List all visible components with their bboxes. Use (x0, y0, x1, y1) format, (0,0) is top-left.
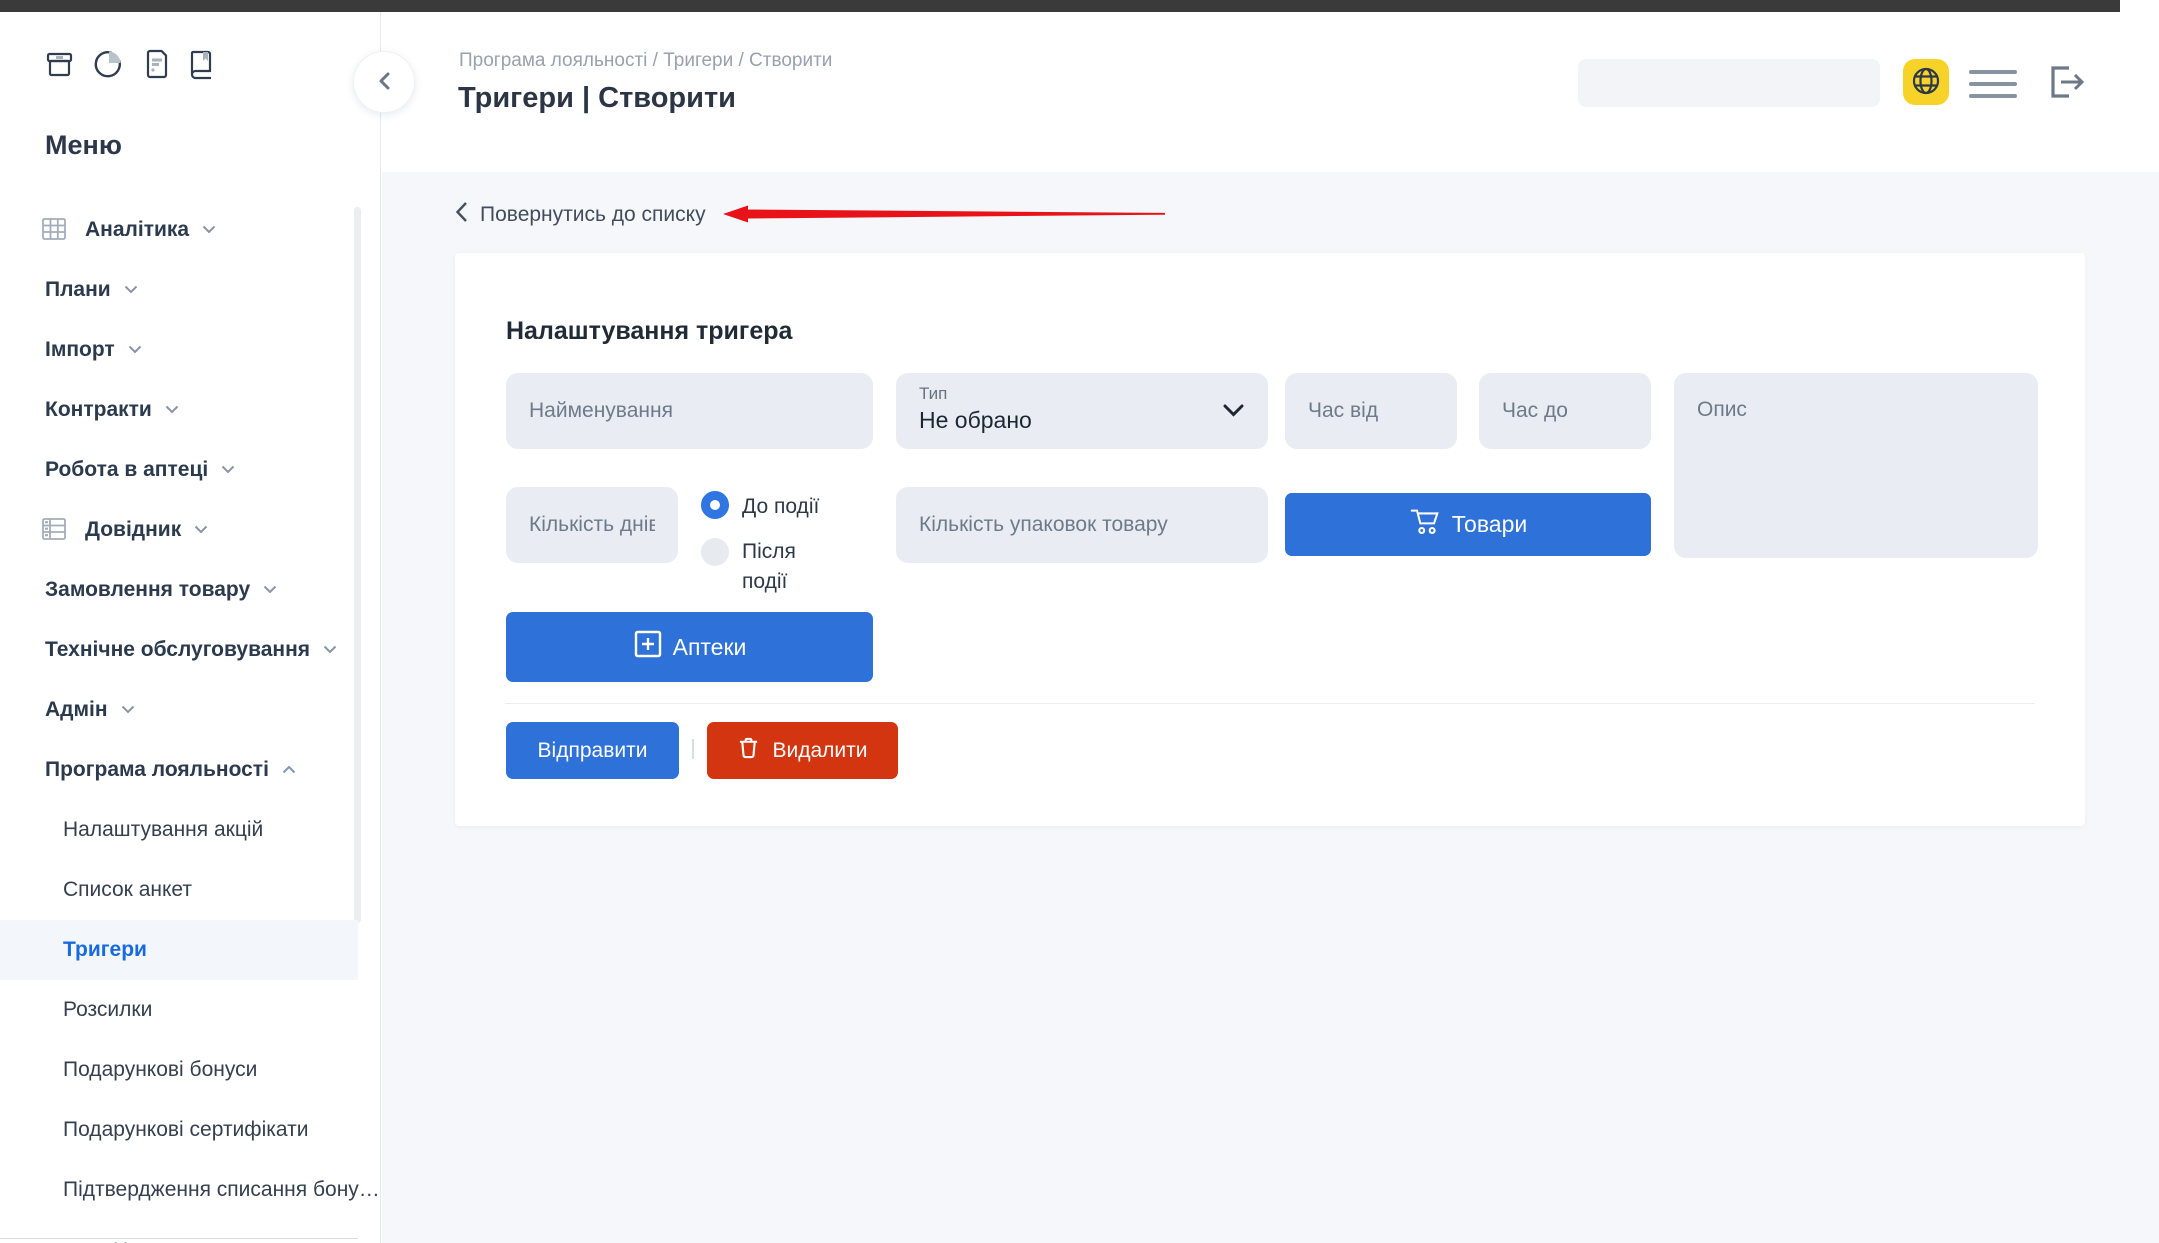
description-textarea[interactable] (1674, 373, 2038, 558)
sidebar-item-kontrakty[interactable]: Контракти (0, 380, 358, 440)
radio-before-event-label[interactable]: До події (742, 492, 819, 522)
content-area: Повернутись до списку . Налаштування три… (382, 172, 2159, 1243)
name-input[interactable] (506, 373, 873, 449)
chevron-up-icon (282, 761, 296, 779)
sidebar-item-admin[interactable]: Адмін (0, 680, 358, 740)
hamburger-icon (1969, 70, 2017, 74)
type-select[interactable]: Тип Не обрано (896, 373, 1268, 449)
chevron-down-icon (121, 701, 135, 719)
globe-icon (1911, 66, 1941, 99)
sidebar-subitem-pidtverdzhennia-spysannia[interactable]: Підтвердження списання бону… (0, 1160, 380, 1220)
type-select-label: Тип (919, 384, 948, 403)
sidebar-subitem-podarunkovi-sertyfikaty[interactable]: Подарункові сертифікати (0, 1100, 358, 1160)
radio-before-event[interactable] (701, 491, 729, 519)
grid-table-icon (42, 218, 66, 245)
sidebar-item-zamovlennia-tovaru[interactable]: Замовлення товару (0, 560, 358, 620)
box-icon[interactable] (44, 48, 75, 80)
delete-button[interactable]: Видалити (707, 722, 898, 779)
button-separator (692, 739, 694, 759)
chevron-down-icon (165, 401, 179, 419)
sidebar-clipped-next-item: Налаштування (0, 1238, 358, 1243)
sidebar-item-robota-v-aptetsi[interactable]: Робота в аптеці (0, 440, 358, 500)
search-input[interactable] (1578, 59, 1880, 107)
sidebar-item-tekhnichne-obsluhovuvannia[interactable]: Технічне обслуговування (0, 620, 358, 680)
cart-icon (1409, 506, 1443, 543)
sidebar-item-plany[interactable]: Плани (0, 260, 358, 320)
top-dark-strip (0, 0, 2120, 12)
plus-square-icon (633, 629, 663, 665)
back-link-label: Повернутись до списку (480, 203, 706, 226)
sidebar-subitem-nalashtuvannia-aktsii[interactable]: Налаштування акцій (0, 800, 358, 860)
sidebar-subitem-rozsylky[interactable]: Розсилки (0, 980, 358, 1040)
radio-after-event[interactable] (701, 538, 729, 566)
sidebar-collapse-button[interactable] (353, 51, 415, 113)
card-title: Налаштування тригера (506, 317, 793, 345)
book-icon[interactable] (186, 48, 218, 80)
breadcrumb: Програма лояльності / Тригери / Створити (459, 50, 833, 71)
file-icon[interactable] (141, 48, 169, 80)
trigger-settings-card: Налаштування тригера Тип Не обрано До по… (455, 253, 2085, 826)
main-area: Програма лояльності / Тригери / Створити… (382, 12, 2159, 1243)
trash-icon (737, 735, 760, 766)
card-divider (505, 703, 2035, 704)
sidebar-menu-title: Меню (45, 130, 122, 160)
sidebar-item-prohrama-loialnosti[interactable]: Програма лояльності (0, 740, 358, 800)
products-button-label: Товари (1451, 511, 1528, 537)
language-button[interactable] (1903, 59, 1949, 105)
chevron-down-icon (128, 341, 142, 359)
days-count-input[interactable] (506, 487, 678, 563)
chevron-left-icon (378, 72, 390, 93)
products-button[interactable]: Товари (1285, 493, 1651, 556)
sidebar-item-label: Аналітика (85, 218, 190, 241)
page-title: Тригери | Створити (458, 82, 737, 114)
back-to-list-link[interactable]: Повернутись до списку (455, 201, 706, 229)
logout-icon (2040, 66, 2086, 108)
sidebar-item-dovidnyk[interactable]: Довідник (0, 500, 358, 560)
radio-after-event-label[interactable]: Після події (742, 537, 826, 597)
chevron-down-icon (221, 461, 235, 479)
type-select-value: Не обрано (919, 407, 1032, 433)
menu-toggle-button[interactable] (1969, 70, 2017, 98)
chevron-down-icon (263, 581, 277, 599)
chevron-down-icon (202, 221, 216, 239)
sidebar-subitem-podarunkovi-bonusy[interactable]: Подарункові бонуси (0, 1040, 358, 1100)
sidebar-item-analityka[interactable]: Аналітика (0, 200, 358, 260)
packs-count-input[interactable] (896, 487, 1268, 563)
pharmacies-button[interactable]: Аптеки (506, 612, 873, 682)
sidebar: Меню Аналітика Плани Імпорт Контракти Ро… (0, 12, 381, 1243)
chevron-left-icon (455, 201, 468, 229)
chevron-down-icon (194, 521, 208, 539)
sidebar-top-icons (44, 48, 218, 80)
page-header: Програма лояльності / Тригери / Створити… (382, 12, 2159, 172)
time-to-input[interactable] (1479, 373, 1651, 449)
time-from-input[interactable] (1285, 373, 1457, 449)
chevron-down-icon (124, 281, 138, 299)
submit-button[interactable]: Відправити (506, 722, 679, 779)
sidebar-item-import[interactable]: Імпорт (0, 320, 358, 380)
chevron-down-icon (1223, 404, 1244, 422)
logout-button[interactable] (2040, 59, 2086, 105)
pharmacies-button-label: Аптеки (672, 633, 747, 660)
chevron-down-icon (323, 641, 337, 659)
delete-button-label: Видалити (772, 738, 868, 762)
sidebar-subitem-spysok-anket[interactable]: Список анкет (0, 860, 358, 920)
list-table-icon (42, 518, 66, 545)
sidebar-subitem-tryhery-active[interactable]: Тригери (0, 920, 358, 980)
pie-chart-icon[interactable] (92, 48, 124, 80)
red-annotation-arrow (723, 205, 1165, 228)
submit-button-label: Відправити (537, 738, 648, 762)
sidebar-nav: Аналітика Плани Імпорт Контракти Робота … (0, 200, 380, 1220)
